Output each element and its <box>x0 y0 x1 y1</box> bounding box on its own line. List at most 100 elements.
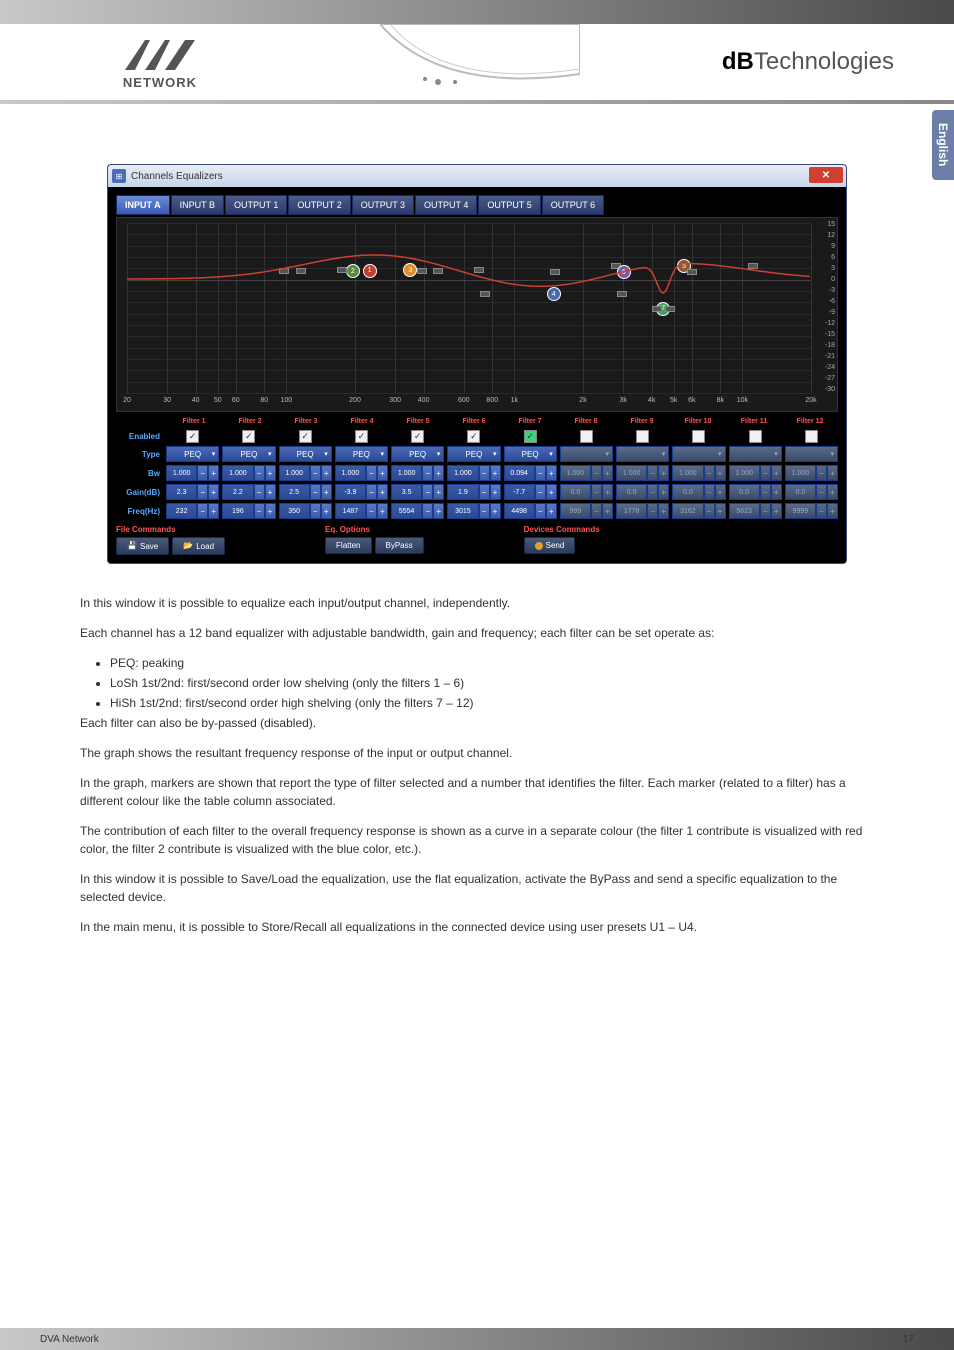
filter-freq-spinner[interactable]: 9999−+ <box>785 503 838 519</box>
spin-down[interactable]: − <box>704 484 715 500</box>
spin-up[interactable]: + <box>265 484 276 500</box>
filter-type-select[interactable] <box>672 446 725 462</box>
filter-freq-spinner[interactable]: 4498−+ <box>504 503 557 519</box>
eq-graph[interactable]: 1234567 15129630-3-6-9-12-15-18-21-24-27… <box>116 217 838 412</box>
flatten-button[interactable]: Flatten <box>325 537 371 554</box>
spin-down[interactable]: − <box>310 503 321 519</box>
tab-output-3[interactable]: OUTPUT 3 <box>352 195 414 215</box>
filter-type-select[interactable] <box>560 446 613 462</box>
filter-gain-spinner[interactable]: -7.7−+ <box>504 484 557 500</box>
filter-bw-spinner[interactable]: 0.094−+ <box>504 465 557 481</box>
spin-down[interactable]: − <box>816 465 827 481</box>
spin-up[interactable]: + <box>546 503 557 519</box>
filter-enabled-checkbox[interactable]: ✓ <box>186 430 199 443</box>
filter-bw-spinner[interactable]: 1.000−+ <box>222 465 275 481</box>
spin-up[interactable]: + <box>827 503 838 519</box>
spin-up[interactable]: + <box>771 484 782 500</box>
spin-up[interactable]: + <box>546 484 557 500</box>
filter-freq-spinner[interactable]: 196−+ <box>222 503 275 519</box>
filter-type-select[interactable]: PEQ <box>279 446 332 462</box>
tab-output-4[interactable]: OUTPUT 4 <box>415 195 477 215</box>
spin-up[interactable]: + <box>490 503 501 519</box>
send-button[interactable]: Send <box>524 537 576 554</box>
spin-up[interactable]: + <box>433 503 444 519</box>
filter-type-select[interactable] <box>785 446 838 462</box>
spin-up[interactable]: + <box>208 503 219 519</box>
spin-up[interactable]: + <box>377 503 388 519</box>
spin-up[interactable]: + <box>208 484 219 500</box>
filter-gain-spinner[interactable]: -3.9−+ <box>335 484 388 500</box>
spin-up[interactable]: + <box>658 503 669 519</box>
filter-gain-spinner[interactable]: 0.0−+ <box>672 484 725 500</box>
spin-down[interactable]: − <box>647 465 658 481</box>
spin-up[interactable]: + <box>715 484 726 500</box>
tab-input-b[interactable]: INPUT B <box>171 195 224 215</box>
filter-freq-spinner[interactable]: 999−+ <box>560 503 613 519</box>
eq-node-6[interactable]: 6 <box>617 265 631 279</box>
spin-down[interactable]: − <box>366 503 377 519</box>
tab-input-a[interactable]: INPUT A <box>116 195 170 215</box>
spin-down[interactable]: − <box>422 484 433 500</box>
spin-down[interactable]: − <box>760 503 771 519</box>
filter-type-select[interactable]: PEQ <box>504 446 557 462</box>
spin-up[interactable]: + <box>546 465 557 481</box>
filter-gain-spinner[interactable]: 3.5−+ <box>391 484 444 500</box>
filter-freq-spinner[interactable]: 1778−+ <box>616 503 669 519</box>
spin-up[interactable]: + <box>265 503 276 519</box>
spin-down[interactable]: − <box>535 465 546 481</box>
filter-enabled-checkbox[interactable]: ✓ <box>242 430 255 443</box>
spin-down[interactable]: − <box>647 503 658 519</box>
save-button[interactable]: 💾Save <box>116 537 169 555</box>
eq-node-2[interactable]: 2 <box>346 264 360 278</box>
eq-handle[interactable] <box>617 291 627 297</box>
spin-down[interactable]: − <box>535 484 546 500</box>
filter-gain-spinner[interactable]: 0.0−+ <box>560 484 613 500</box>
eq-handle[interactable] <box>337 267 347 273</box>
eq-handle[interactable] <box>748 263 758 269</box>
filter-bw-spinner[interactable]: 1.000−+ <box>279 465 332 481</box>
filter-gain-spinner[interactable]: 2.5−+ <box>279 484 332 500</box>
spin-down[interactable]: − <box>479 484 490 500</box>
spin-up[interactable]: + <box>658 465 669 481</box>
filter-type-select[interactable]: PEQ <box>222 446 275 462</box>
spin-down[interactable]: − <box>254 465 265 481</box>
spin-up[interactable]: + <box>490 484 501 500</box>
spin-down[interactable]: − <box>591 503 602 519</box>
filter-gain-spinner[interactable]: 2.3−+ <box>166 484 219 500</box>
spin-down[interactable]: − <box>647 484 658 500</box>
eq-handle[interactable] <box>417 268 427 274</box>
filter-bw-spinner[interactable]: 1.000−+ <box>785 465 838 481</box>
eq-handle[interactable] <box>433 268 443 274</box>
spin-up[interactable]: + <box>658 484 669 500</box>
eq-node-4[interactable]: 4 <box>547 287 561 301</box>
bypass-button[interactable]: ByPass <box>375 537 424 554</box>
tab-output-1[interactable]: OUTPUT 1 <box>225 195 287 215</box>
filter-bw-spinner[interactable]: 1.000−+ <box>616 465 669 481</box>
filter-gain-spinner[interactable]: 1.9−+ <box>447 484 500 500</box>
filter-gain-spinner[interactable]: 2.2−+ <box>222 484 275 500</box>
filter-type-select[interactable]: PEQ <box>447 446 500 462</box>
filter-enabled-checkbox[interactable] <box>692 430 705 443</box>
spin-up[interactable]: + <box>208 465 219 481</box>
filter-bw-spinner[interactable]: 1.000−+ <box>335 465 388 481</box>
eq-node-1[interactable]: 1 <box>363 264 377 278</box>
filter-enabled-checkbox[interactable]: ✓ <box>299 430 312 443</box>
eq-handle[interactable] <box>296 268 306 274</box>
spin-down[interactable]: − <box>310 465 321 481</box>
spin-up[interactable]: + <box>771 503 782 519</box>
filter-enabled-checkbox[interactable] <box>636 430 649 443</box>
load-button[interactable]: 📂Load <box>172 537 225 555</box>
spin-down[interactable]: − <box>254 503 265 519</box>
filter-bw-spinner[interactable]: 1.000−+ <box>447 465 500 481</box>
close-button[interactable]: ✕ <box>809 167 843 183</box>
filter-bw-spinner[interactable]: 1.000−+ <box>672 465 725 481</box>
eq-handle[interactable] <box>474 267 484 273</box>
spin-up[interactable]: + <box>433 465 444 481</box>
filter-freq-spinner[interactable]: 5623−+ <box>729 503 782 519</box>
spin-up[interactable]: + <box>433 484 444 500</box>
filter-freq-spinner[interactable]: 3162−+ <box>672 503 725 519</box>
spin-down[interactable]: − <box>254 484 265 500</box>
spin-down[interactable]: − <box>760 465 771 481</box>
filter-enabled-checkbox[interactable]: ✓ <box>355 430 368 443</box>
eq-handle[interactable] <box>550 269 560 275</box>
